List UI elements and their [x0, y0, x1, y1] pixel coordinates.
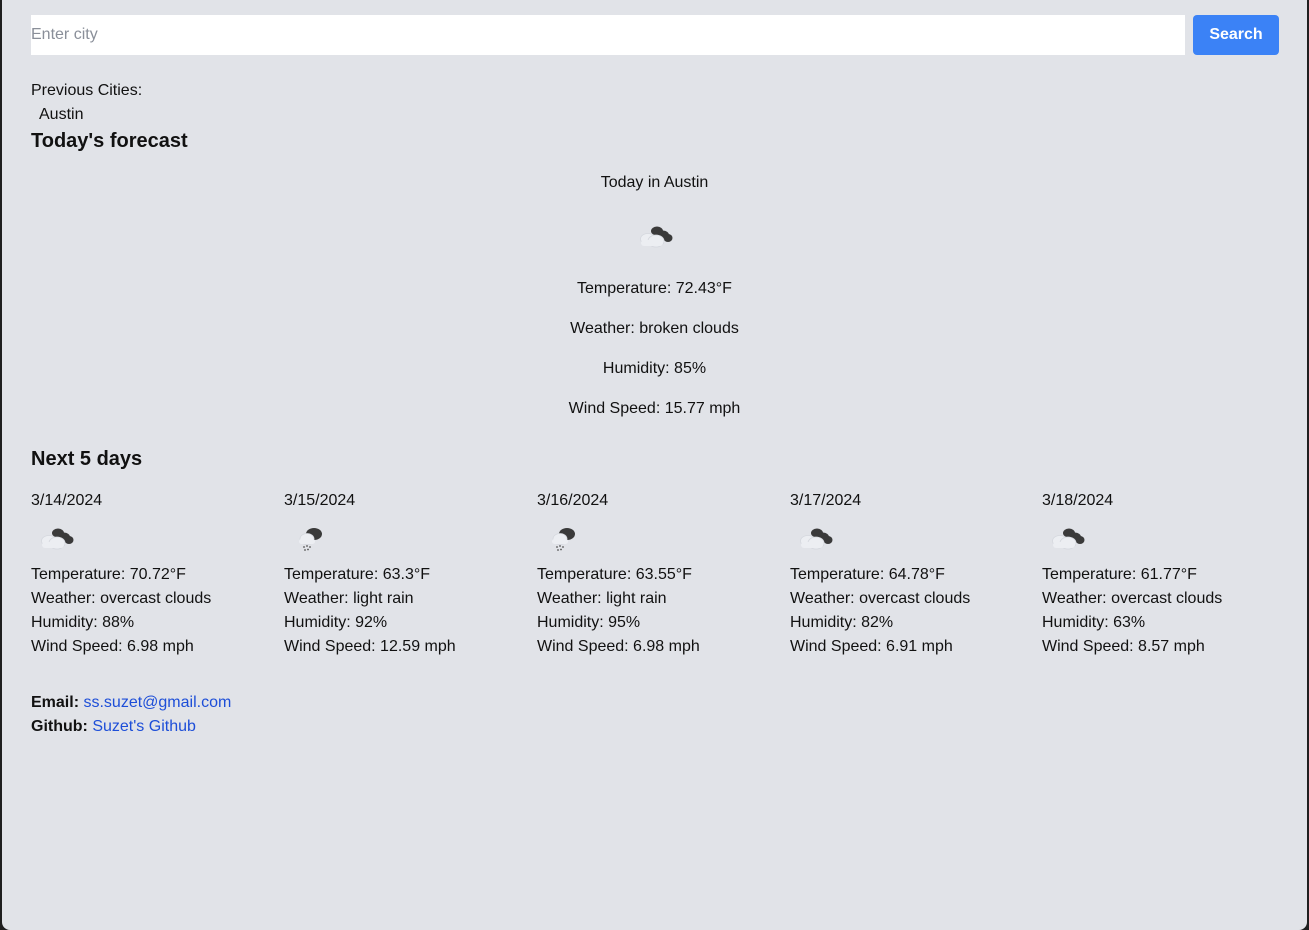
forecast-humidity: Humidity: 92% [284, 614, 388, 631]
today-temperature: Temperature: 72.43°F [577, 280, 732, 297]
github-link[interactable]: Suzet's Github [92, 718, 196, 735]
previous-cities-label: Previous Cities: [31, 82, 143, 99]
today-title: Today in Austin [600, 174, 709, 191]
forecast-temperature: Temperature: 63.55°F [537, 566, 692, 583]
forecast-humidity: Humidity: 63% [1042, 614, 1146, 631]
forecast-date: 3/17/2024 [790, 492, 862, 509]
forecast-weather: Weather: light rain [537, 590, 667, 607]
today-weather: Weather: broken clouds [570, 320, 739, 337]
email-line: Email: ss.suzet@gmail.com [31, 694, 231, 712]
forecast-temperature: Temperature: 61.77°F [1042, 566, 1197, 583]
forecast-wind-speed: Wind Speed: 6.91 mph [790, 638, 953, 655]
today-humidity: Humidity: 85% [602, 360, 707, 377]
email-link[interactable]: ss.suzet@gmail.com [83, 694, 231, 711]
forecast-temperature: Temperature: 64.78°F [790, 566, 945, 583]
forecast-wind-speed: Wind Speed: 6.98 mph [31, 638, 194, 655]
github-label: Github: [31, 718, 88, 735]
forecast-wind-speed: Wind Speed: 8.57 mph [1042, 638, 1205, 655]
forecast-weather: Weather: overcast clouds [31, 590, 212, 607]
forecast-date: 3/16/2024 [537, 492, 609, 509]
forecast-weather: Weather: overcast clouds [790, 590, 971, 607]
city-search-input[interactable] [31, 15, 1185, 55]
next-5-days-heading: Next 5 days [31, 448, 143, 470]
forecast-date: 3/18/2024 [1042, 492, 1114, 509]
light-rain-icon [552, 528, 575, 551]
forecast-weather: Weather: light rain [284, 590, 414, 607]
forecast-date: 3/15/2024 [284, 492, 356, 509]
overcast-clouds-icon [41, 528, 74, 550]
light-rain-icon [299, 528, 322, 551]
app-window: Search Previous Cities: Austin Today's f… [2, 0, 1307, 930]
forecast-humidity: Humidity: 82% [790, 614, 894, 631]
github-line: Github: Suzet's Github [31, 718, 196, 736]
search-bar: Search [31, 15, 1279, 55]
forecast-humidity: Humidity: 88% [31, 614, 135, 631]
previous-city-item[interactable]: Austin [39, 106, 83, 124]
forecast-date: 3/14/2024 [31, 492, 103, 509]
forecast-temperature: Temperature: 70.72°F [31, 566, 186, 583]
forecast-weather: Weather: overcast clouds [1042, 590, 1223, 607]
overcast-clouds-icon [800, 528, 833, 550]
forecast-temperature: Temperature: 63.3°F [284, 566, 431, 583]
email-label: Email: [31, 694, 80, 711]
broken-clouds-icon [640, 226, 673, 248]
forecast-wind-speed: Wind Speed: 12.59 mph [284, 638, 456, 655]
todays-forecast-heading: Today's forecast [31, 130, 188, 152]
today-wind-speed: Wind Speed: 15.77 mph [568, 400, 741, 417]
forecast-wind-speed: Wind Speed: 6.98 mph [537, 638, 700, 655]
forecast-humidity: Humidity: 95% [537, 614, 641, 631]
overcast-clouds-icon [1052, 528, 1085, 550]
search-button[interactable]: Search [1193, 15, 1279, 55]
